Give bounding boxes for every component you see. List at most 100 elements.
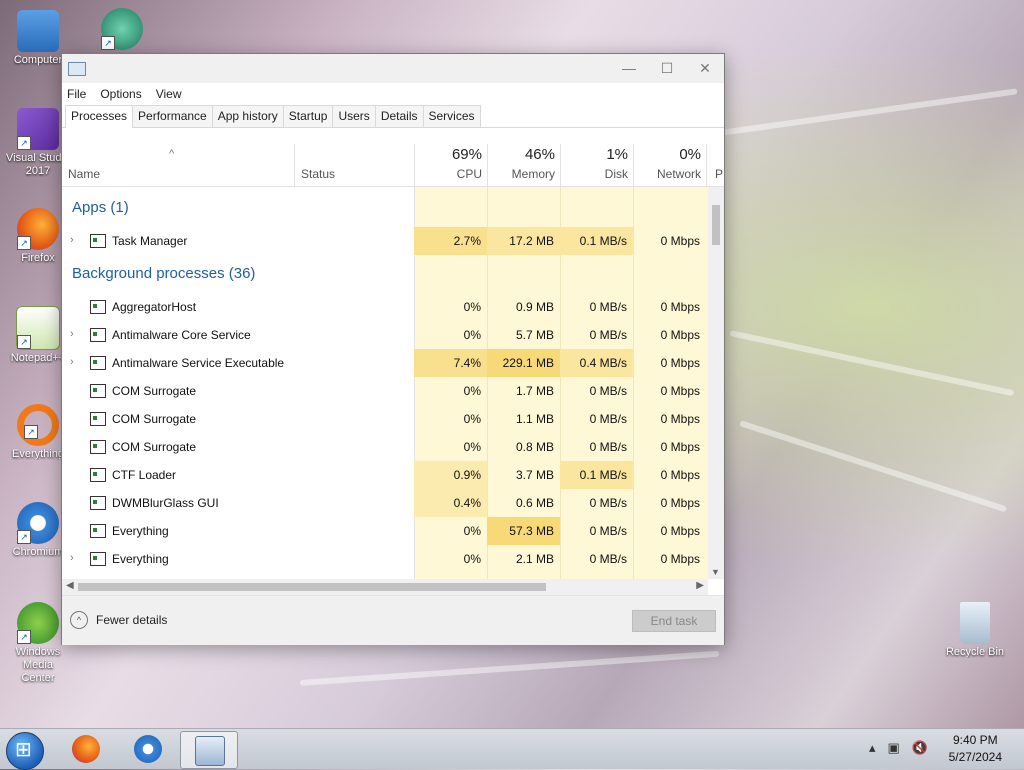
column-memory[interactable]: 46% Memory xyxy=(487,144,561,186)
task-manager-icon xyxy=(195,736,225,766)
expand-chevron-icon[interactable]: › xyxy=(70,328,74,340)
column-header: ^ Name Status 69% CPU 46% Memory 1% Disk… xyxy=(62,144,724,187)
tab-details[interactable]: Details xyxy=(374,105,424,127)
tab-performance[interactable]: Performance xyxy=(132,105,213,127)
column-disk[interactable]: 1% Disk xyxy=(560,144,634,186)
process-mem-value: 0.8 MB xyxy=(515,440,554,454)
column-status-label: Status xyxy=(301,167,336,181)
app-shortcut-icon: ↗ xyxy=(101,8,143,50)
column-overflow-label: P xyxy=(715,167,724,181)
tab-users[interactable]: Users xyxy=(332,105,376,127)
process-row[interactable]: › Everything 0% 2.1 MB 0 MB/s 0 Mbps xyxy=(62,545,708,573)
shortcut-arrow-icon: ↗ xyxy=(17,630,31,644)
column-memory-label: Memory xyxy=(511,167,555,181)
network-icon[interactable]: ▣ xyxy=(888,740,912,755)
desktop-icon-app-shortcut[interactable]: ↗ xyxy=(90,8,154,52)
shortcut-arrow-icon: ↗ xyxy=(17,236,31,250)
column-network-label: Network xyxy=(656,167,701,181)
desktop-icon-recycle-bin[interactable]: Recycle Bin xyxy=(943,602,1007,658)
fewer-details-button[interactable]: ^ Fewer details xyxy=(70,611,167,629)
process-row[interactable]: DWMBlurGlass GUI 0.4% 0.6 MB 0 MB/s 0 Mbps xyxy=(62,489,708,517)
volume-muted-icon[interactable]: 🔇 xyxy=(912,740,940,755)
process-name: COM Surrogate xyxy=(112,412,197,426)
process-row[interactable]: AggregatorHost 0% 0.9 MB 0 MB/s 0 Mbps xyxy=(62,293,708,321)
taskbar-chromium[interactable] xyxy=(120,731,176,767)
scroll-down-icon[interactable]: ▼ xyxy=(711,567,720,577)
menu-options[interactable]: Options xyxy=(100,87,141,101)
column-overflow[interactable]: P xyxy=(706,144,725,186)
process-name: COM Surrogate xyxy=(112,384,197,398)
process-icon xyxy=(90,496,106,510)
menu-view[interactable]: View xyxy=(156,87,182,101)
horizontal-scroll-thumb[interactable] xyxy=(78,583,546,591)
end-task-button[interactable]: End task xyxy=(632,610,716,632)
process-list: Apps (1) Background processes (36) › Task… xyxy=(62,187,708,579)
maximize-button[interactable]: ☐ xyxy=(648,54,686,83)
expand-chevron-icon[interactable]: › xyxy=(70,234,74,246)
clock[interactable]: 9:40 PM 5/27/2024 xyxy=(949,732,1002,766)
tab-services[interactable]: Services xyxy=(422,105,481,127)
apps-group-title: Apps (1) xyxy=(72,199,129,216)
process-row[interactable]: COM Surrogate 0% 1.1 MB 0 MB/s 0 Mbps xyxy=(62,405,708,433)
process-icon xyxy=(90,384,106,398)
process-name: Task Manager xyxy=(112,234,188,248)
process-row[interactable]: CTF Loader 0.9% 3.7 MB 0.1 MB/s 0 Mbps xyxy=(62,461,708,489)
column-network[interactable]: 0% Network xyxy=(633,144,707,186)
disk-total-percent: 1% xyxy=(606,146,628,163)
show-hidden-icons-icon[interactable]: ▴ xyxy=(869,740,888,755)
expand-chevron-icon[interactable]: › xyxy=(70,356,74,368)
column-cpu-label: CPU xyxy=(456,167,482,181)
column-name[interactable]: Name xyxy=(62,144,294,186)
background-group-title: Background processes (36) xyxy=(72,265,256,282)
column-status[interactable]: Status xyxy=(294,144,415,186)
process-disk-value: 0 MB/s xyxy=(589,328,627,342)
process-cpu-value: 0% xyxy=(463,412,481,426)
taskbar-task-manager[interactable] xyxy=(180,731,238,769)
process-name: COM Surrogate xyxy=(112,440,197,454)
process-name: Everything xyxy=(112,552,169,566)
process-cpu-value: 0.4% xyxy=(453,496,481,510)
process-row[interactable]: COM Surrogate 0% 1.7 MB 0 MB/s 0 Mbps xyxy=(62,377,708,405)
horizontal-scrollbar[interactable]: ◀ ▶ xyxy=(62,579,708,595)
process-name: Everything xyxy=(112,524,169,538)
wallpaper-streak xyxy=(299,650,720,686)
vertical-scrollbar[interactable]: ▼ xyxy=(708,187,724,579)
column-name-label: Name xyxy=(68,167,101,181)
process-mem-value: 17.2 MB xyxy=(509,234,554,248)
column-cpu[interactable]: 69% CPU xyxy=(414,144,488,186)
vertical-scroll-thumb[interactable] xyxy=(712,205,720,245)
process-row[interactable]: › Antimalware Service Executable 7.4% 229.1… xyxy=(62,349,708,377)
desktop-icon-label: Windows Media Center xyxy=(15,646,61,684)
tab-startup[interactable]: Startup xyxy=(282,105,334,127)
process-name: DWMBlurGlass GUI xyxy=(112,496,219,510)
scroll-left-icon[interactable]: ◀ xyxy=(66,580,74,591)
process-disk-value: 0 MB/s xyxy=(589,300,627,314)
recycle-bin-icon xyxy=(960,602,990,644)
process-mem-value: 1.1 MB xyxy=(515,412,554,426)
expand-chevron-icon[interactable]: › xyxy=(70,552,74,564)
taskbar-firefox[interactable] xyxy=(58,731,114,767)
media-center-icon: ↗ xyxy=(17,602,59,644)
process-row[interactable]: › Task Manager 2.7% 17.2 MB 0.1 MB/s 0 Mbps xyxy=(62,227,708,255)
process-row[interactable]: Everything 0% 57.3 MB 0 MB/s 0 Mbps xyxy=(62,517,708,545)
start-button[interactable] xyxy=(6,732,44,770)
process-cpu-value: 0% xyxy=(463,440,481,454)
process-row[interactable]: COM Surrogate 0% 0.8 MB 0 MB/s 0 Mbps xyxy=(62,433,708,461)
process-icon xyxy=(90,440,106,454)
title-bar[interactable]: — ☐ ✕ xyxy=(62,54,724,83)
menu-bar: File Options View xyxy=(62,83,724,105)
shortcut-arrow-icon: ↗ xyxy=(101,36,115,50)
process-row[interactable]: › Antimalware Core Service 0% 5.7 MB 0 MB/s 0… xyxy=(62,321,708,349)
menu-file[interactable]: File xyxy=(67,87,86,101)
firefox-icon: ↗ xyxy=(17,208,59,250)
close-button[interactable]: ✕ xyxy=(686,54,724,83)
desktop-icon-label: Recycle Bin xyxy=(945,646,1005,658)
wallpaper-streak xyxy=(719,88,1018,136)
scroll-right-icon[interactable]: ▶ xyxy=(696,580,704,591)
process-disk-value: 0 MB/s xyxy=(589,496,627,510)
minimize-button[interactable]: — xyxy=(610,54,648,83)
tab-processes[interactable]: Processes xyxy=(65,105,134,128)
taskbar: ▴▣🔇 9:40 PM 5/27/2024 xyxy=(0,728,1024,770)
tab-app-history[interactable]: App history xyxy=(211,105,284,127)
wallpaper-streak xyxy=(729,330,1015,397)
